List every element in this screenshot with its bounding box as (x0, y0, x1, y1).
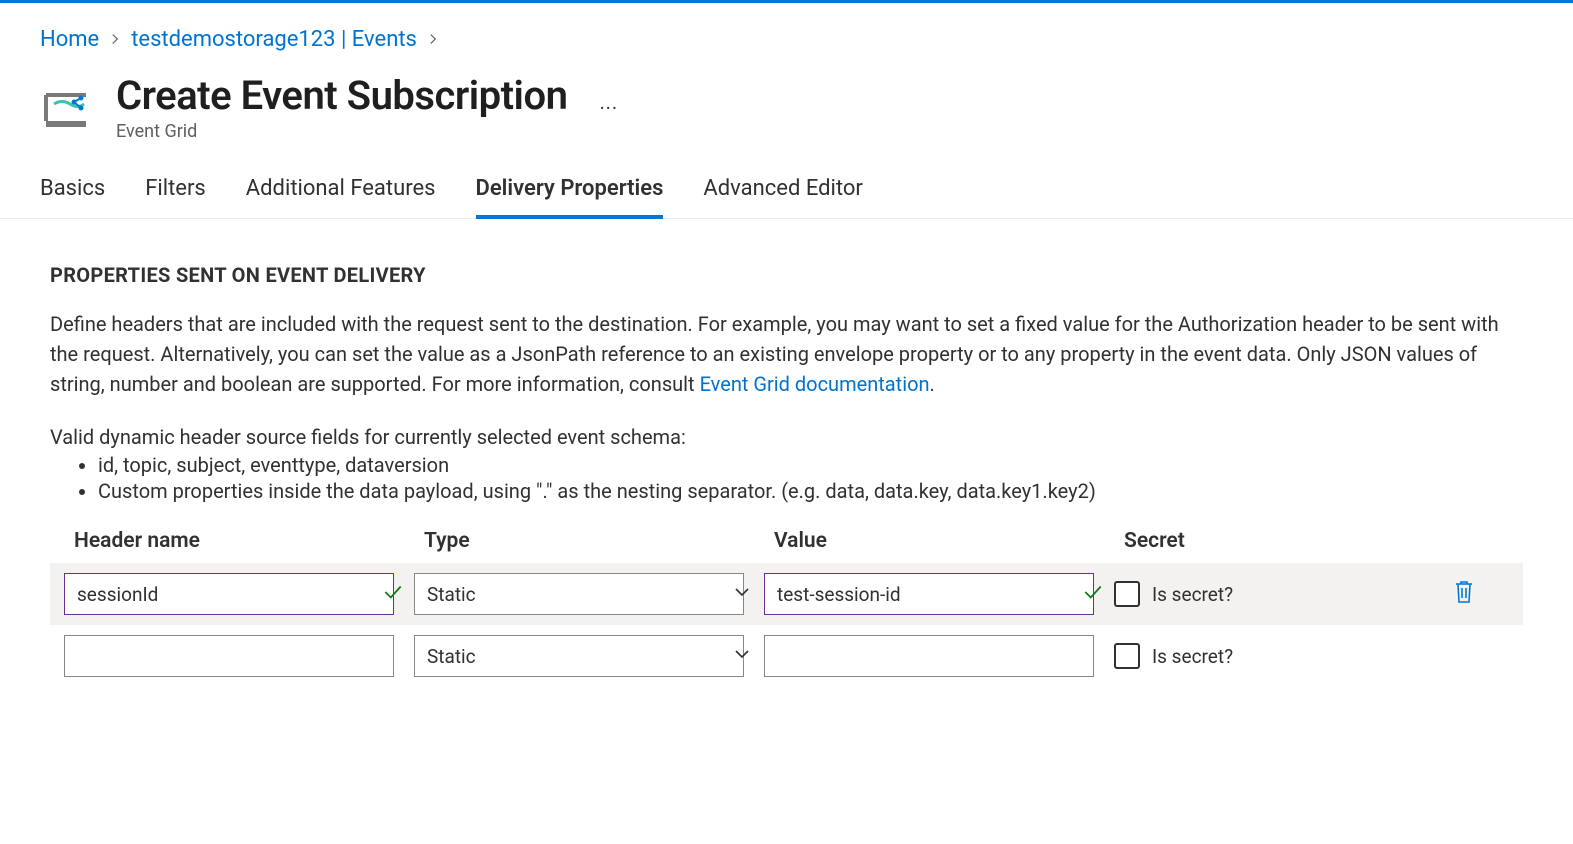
breadcrumb: Home testdemostorage123 | Events (0, 3, 1573, 62)
header-value-input[interactable] (764, 635, 1094, 677)
page-title: Create Event Subscription (116, 72, 567, 119)
chevron-right-icon (109, 29, 121, 50)
col-header-name: Header name (74, 529, 424, 553)
headers-table-head: Header name Type Value Secret (50, 529, 1523, 553)
section-heading: PROPERTIES SENT ON EVENT DELIVERY (50, 263, 1523, 287)
delete-row-button[interactable] (1452, 578, 1476, 606)
header-row: Static Is secret? (50, 563, 1523, 625)
breadcrumb-home[interactable]: Home (40, 27, 99, 52)
page-subtitle: Event Grid (116, 121, 567, 142)
is-secret-checkbox[interactable] (1114, 643, 1140, 669)
header-row: Static Is secret? (50, 625, 1523, 687)
header-name-input[interactable] (64, 635, 394, 677)
col-header-secret: Secret (1124, 529, 1444, 553)
header-type-select[interactable]: Static (414, 573, 744, 615)
event-grid-icon (40, 81, 92, 133)
section-description-tail: . (930, 372, 935, 396)
col-header-value: Value (774, 529, 1124, 553)
chevron-right-icon (427, 29, 439, 50)
header-name-input[interactable] (64, 573, 394, 615)
tab-additional-features[interactable]: Additional Features (246, 170, 436, 219)
section-description: Define headers that are included with th… (50, 309, 1500, 399)
col-header-type: Type (424, 529, 774, 553)
valid-field-item: id, topic, subject, eventtype, dataversi… (98, 453, 1523, 477)
header-type-select[interactable]: Static (414, 635, 744, 677)
more-actions-button[interactable]: ··· (591, 92, 626, 124)
doc-link[interactable]: Event Grid documentation (700, 372, 930, 396)
valid-fields-intro: Valid dynamic header source fields for c… (50, 425, 1523, 449)
tab-advanced-editor[interactable]: Advanced Editor (703, 170, 862, 219)
page-header: Create Event Subscription Event Grid ··· (0, 62, 1573, 170)
is-secret-label: Is secret? (1152, 583, 1233, 606)
tabs: Basics Filters Additional Features Deliv… (0, 170, 1573, 219)
tab-delivery-properties[interactable]: Delivery Properties (476, 170, 664, 219)
tab-basics[interactable]: Basics (40, 170, 105, 219)
is-secret-checkbox[interactable] (1114, 581, 1140, 607)
valid-fields-list: id, topic, subject, eventtype, dataversi… (98, 453, 1523, 503)
tab-filters[interactable]: Filters (145, 170, 206, 219)
valid-field-item: Custom properties inside the data payloa… (98, 479, 1523, 503)
header-value-input[interactable] (764, 573, 1094, 615)
is-secret-label: Is secret? (1152, 645, 1233, 668)
breadcrumb-item-storage-events[interactable]: testdemostorage123 | Events (131, 27, 417, 52)
